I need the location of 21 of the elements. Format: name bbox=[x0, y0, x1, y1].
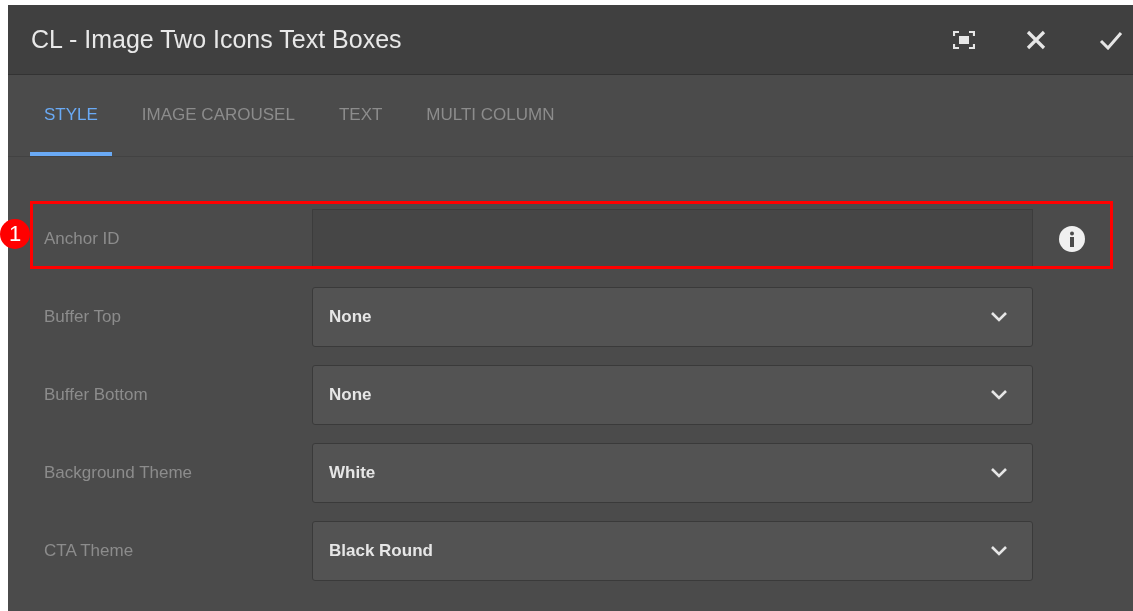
chevron-down-icon bbox=[990, 389, 1008, 401]
chevron-down-icon bbox=[990, 467, 1008, 479]
close-icon[interactable] bbox=[1025, 28, 1047, 51]
select-field[interactable]: None bbox=[312, 287, 1033, 347]
info-icon[interactable] bbox=[1059, 226, 1085, 252]
select-field[interactable]: White bbox=[312, 443, 1033, 503]
tab[interactable]: STYLE bbox=[30, 75, 112, 156]
select-field[interactable]: None bbox=[312, 365, 1033, 425]
input-field[interactable] bbox=[312, 209, 1033, 269]
window-title: CL - Image Two Icons Text Boxes bbox=[31, 23, 403, 55]
select-field[interactable]: Black Round bbox=[312, 521, 1033, 581]
chevron-down-icon bbox=[990, 311, 1008, 323]
field-label: Buffer Bottom bbox=[44, 384, 149, 407]
field-label: Buffer Top bbox=[44, 306, 122, 329]
callout-badge: 1 bbox=[0, 219, 30, 249]
chevron-down-icon bbox=[990, 545, 1008, 557]
fullscreen-icon[interactable] bbox=[953, 30, 975, 49]
field-label: CTA Theme bbox=[44, 540, 135, 563]
checkmark-icon[interactable] bbox=[1099, 29, 1123, 50]
field-label: Background Theme bbox=[44, 462, 194, 485]
field-label: Anchor ID bbox=[44, 228, 121, 251]
